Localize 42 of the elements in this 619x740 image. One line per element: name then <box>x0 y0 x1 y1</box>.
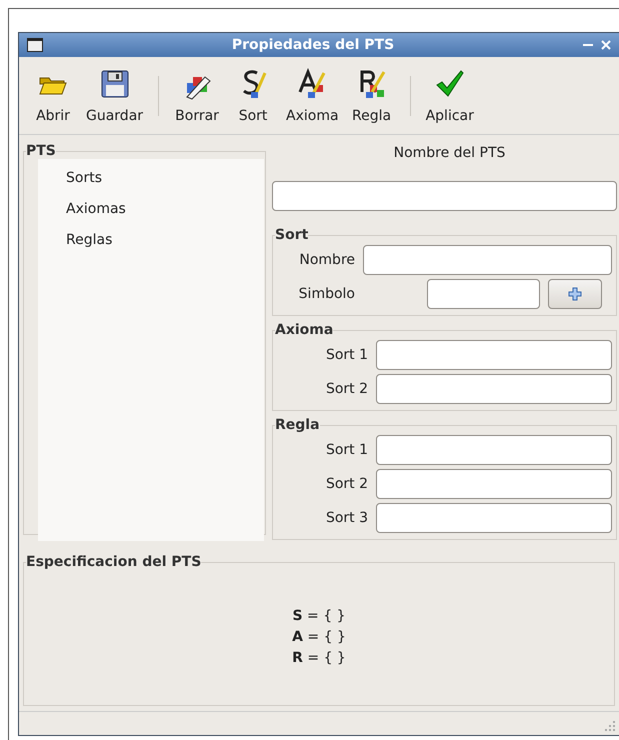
field-label: Simbolo <box>298 286 355 302</box>
tree-item[interactable]: Sorts <box>38 165 264 196</box>
field-label: Nombre del PTS <box>392 144 506 163</box>
add-button[interactable] <box>548 279 602 309</box>
text-field[interactable] <box>376 503 612 533</box>
group-title: Axioma <box>275 322 334 338</box>
spec-line: A = { } <box>292 628 346 647</box>
toolbar-button[interactable]: Regla <box>344 64 400 128</box>
spec-line: S = { } <box>292 607 346 626</box>
text-field[interactable] <box>376 435 612 465</box>
toolbar-button[interactable]: Borrar <box>169 64 226 128</box>
toolbar-button[interactable]: Aplicar <box>420 64 479 128</box>
field-label: Sort 3 <box>324 510 368 526</box>
checkmark-icon <box>434 68 466 100</box>
field-label: Sort 1 <box>324 347 368 363</box>
spec-line: R = { } <box>292 649 346 668</box>
text-field[interactable] <box>376 374 612 404</box>
field-label: Nombre <box>298 252 355 268</box>
toolbar-button[interactable]: Axioma <box>281 64 344 128</box>
close-icon[interactable] <box>601 40 611 50</box>
field-label: Sort 2 <box>324 381 368 397</box>
plus-icon <box>568 287 582 301</box>
toolbar-button[interactable]: Abrir <box>25 64 81 128</box>
group-title: Sort <box>275 227 308 243</box>
field-label: Sort 1 <box>324 442 368 458</box>
letter-pencil-icon <box>296 68 328 100</box>
text-field[interactable] <box>363 245 612 275</box>
group-title: PTS <box>26 143 56 159</box>
field-label: Sort 2 <box>324 476 368 492</box>
window-icon <box>27 38 43 52</box>
resize-grip-icon[interactable] <box>605 721 615 731</box>
group-title: Regla <box>275 417 320 433</box>
toolbar-button[interactable]: Guardar <box>81 64 148 128</box>
symbol-field[interactable] <box>427 279 540 309</box>
text-field[interactable] <box>376 469 612 499</box>
tree-item[interactable]: Reglas <box>38 227 264 258</box>
name-field[interactable] <box>272 181 617 211</box>
group-title: Especificacion del PTS <box>26 554 202 570</box>
text-field[interactable] <box>376 340 612 370</box>
window-title: Propiedades del PTS <box>230 37 396 53</box>
tree-item[interactable]: Axiomas <box>38 196 264 227</box>
toolbar-button[interactable]: Sort <box>225 64 282 128</box>
